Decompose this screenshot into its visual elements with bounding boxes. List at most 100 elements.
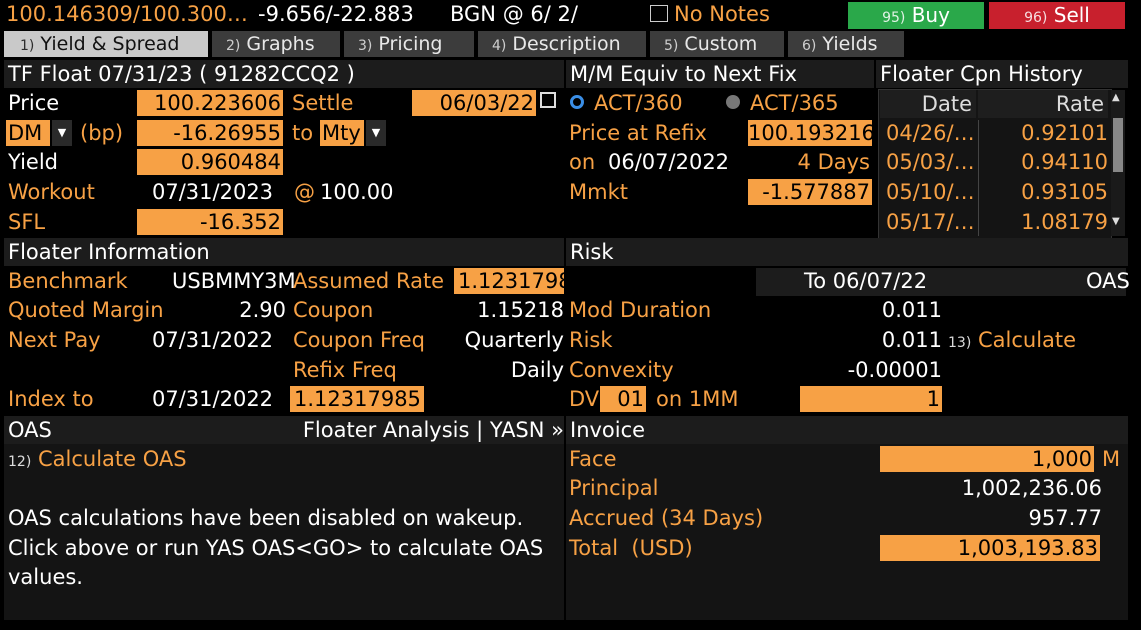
oas-title: OAS <box>8 418 52 442</box>
tab-pricing[interactable]: 3) Pricing <box>344 31 474 57</box>
notes-link[interactable]: No Notes <box>674 2 770 26</box>
cpn-history-header: Floater Cpn History <box>876 60 1128 88</box>
yield-input[interactable]: 0.960484 <box>137 149 283 175</box>
tab-number: 2) <box>226 38 241 54</box>
history-row-date: 05/03/… <box>886 150 975 174</box>
principal-label: Principal <box>569 476 659 500</box>
calculate-label: Calculate <box>977 328 1077 352</box>
quoted-margin-label: Quoted Margin <box>8 298 164 322</box>
next-pay-label: Next Pay <box>8 328 101 352</box>
settle-label: Settle <box>292 91 354 115</box>
tab-label: Yields <box>822 33 878 55</box>
column-divider <box>978 120 979 236</box>
coupon-freq-value: Quarterly <box>464 328 564 352</box>
tab-number: 1) <box>20 38 35 54</box>
history-row-rate: 1.08179 <box>1021 210 1108 234</box>
history-row-rate: 0.92101 <box>1021 121 1108 145</box>
at-sign: @ <box>294 180 315 204</box>
principal-value: 1,002,236.06 <box>961 476 1102 500</box>
sell-button[interactable]: 96) Sell <box>989 2 1125 29</box>
total-value: 1,003,193.83 <box>880 535 1100 561</box>
face-unit: M <box>1102 447 1121 471</box>
floater-info-header: Floater Information <box>4 238 564 266</box>
dm-input[interactable]: -16.26955 <box>137 120 283 146</box>
assumed-rate-label: Assumed Rate <box>293 269 445 293</box>
on-date: 06/07/2022 <box>608 150 730 174</box>
quoted-margin-value: 2.90 <box>239 298 286 322</box>
bp-label: (bp) <box>80 121 124 145</box>
price-label: Price <box>8 91 60 115</box>
coupon-label: Coupon <box>293 298 374 322</box>
invoice-header: Invoice <box>566 416 1128 444</box>
index-to-date: 07/31/2022 <box>152 387 274 411</box>
oas-header: OAS Floater Analysis | YASN » <box>4 416 564 444</box>
buy-button[interactable]: 95) Buy <box>848 2 984 29</box>
tab-yield-spread[interactable]: 1) Yield & Spread <box>4 31 208 57</box>
to-label: to <box>292 121 314 145</box>
price-refix-input[interactable]: 100.193216 <box>748 120 872 146</box>
workout-date: 07/31/2023 <box>152 180 274 204</box>
tab-label: Graphs <box>246 33 315 55</box>
scroll-up-icon[interactable]: ▲ <box>1112 92 1120 103</box>
sell-label: Sell <box>1053 3 1090 27</box>
act365-radio-icon[interactable] <box>726 95 740 109</box>
note-icon[interactable] <box>650 5 668 22</box>
risk-value: 0.011 <box>881 328 942 352</box>
dm-select[interactable]: DM <box>6 120 50 146</box>
floater-analysis-link[interactable]: Floater Analysis | YASN » <box>303 416 564 444</box>
calculate-oas-label: Calculate OAS <box>37 447 187 471</box>
act360-label[interactable]: ACT/360 <box>594 91 683 115</box>
mmkt-input[interactable]: -1.577887 <box>748 179 872 205</box>
calculate-oas-link[interactable]: 12) Calculate OAS <box>8 447 187 471</box>
calculate-link[interactable]: 13) Calculate <box>948 328 1076 352</box>
to-date-header: To 06/07/22 <box>804 269 928 293</box>
accrued-value: 957.77 <box>1028 506 1102 530</box>
face-input[interactable]: 1,000 <box>880 446 1094 472</box>
price-refix-label: Price at Refix <box>569 121 707 145</box>
tab-yields[interactable]: 6) Yields <box>788 31 904 57</box>
index-to-input[interactable]: 1.12317985 <box>290 386 424 412</box>
price-quote: 100.146309/100.300… <box>6 2 248 26</box>
dv-value-input[interactable]: 1 <box>800 386 942 412</box>
oas-message-line: Click above or run YAS OAS<GO> to calcul… <box>8 536 544 560</box>
benchmark-value: USBMMY3M <box>172 269 296 293</box>
act365-label[interactable]: ACT/365 <box>750 91 839 115</box>
to-select[interactable]: Mty <box>320 120 364 146</box>
refix-freq-label: Refix Freq <box>293 358 397 382</box>
rate-column-header[interactable]: Rate <box>978 90 1108 118</box>
date-column-header[interactable]: Date <box>880 90 976 118</box>
calendar-icon[interactable] <box>540 92 556 108</box>
coupon-value: 1.15218 <box>477 298 564 322</box>
sfl-input[interactable]: -16.352 <box>137 209 283 235</box>
calculate-oas-number: 12) <box>8 454 32 470</box>
refix-freq-value: Daily <box>510 358 564 382</box>
act360-radio-icon[interactable] <box>570 95 584 109</box>
buy-number: 95) <box>882 10 906 26</box>
tab-graphs[interactable]: 2) Graphs <box>212 31 340 57</box>
scrollbar-thumb[interactable] <box>1113 118 1123 172</box>
price-input[interactable]: 100.223606 <box>137 90 283 116</box>
on-label: on <box>569 150 596 174</box>
days-value: 4 Days <box>797 150 870 174</box>
convexity-value: -0.00001 <box>847 358 942 382</box>
to-dropdown-icon[interactable]: ▼ <box>366 120 386 146</box>
workout-label: Workout <box>8 180 95 204</box>
settle-date-input[interactable]: 06/03/22 <box>412 90 536 116</box>
dv-select[interactable]: 01 <box>600 386 646 412</box>
history-row-rate: 0.93105 <box>1021 180 1108 204</box>
dv-label: DV <box>569 387 600 411</box>
history-row-rate: 0.94110 <box>1021 150 1108 174</box>
mm-equiv-header: M/M Equiv to Next Fix <box>566 60 874 88</box>
scroll-down-icon[interactable]: ▼ <box>1112 216 1120 227</box>
history-row-date: 05/10/… <box>886 180 975 204</box>
tab-description[interactable]: 4) Description <box>478 31 646 57</box>
calculate-number: 13) <box>948 335 972 351</box>
sfl-label: SFL <box>8 210 46 234</box>
tab-custom[interactable]: 5) Custom <box>650 31 784 57</box>
oas-message-line: OAS calculations have been disabled on w… <box>8 506 524 530</box>
on-1mm-label: on 1MM <box>656 387 739 411</box>
oas-column-header: OAS <box>1086 269 1130 293</box>
assumed-rate-input[interactable]: 1.12317985 <box>454 268 564 294</box>
face-label: Face <box>569 447 617 471</box>
dm-dropdown-icon[interactable]: ▼ <box>52 120 72 146</box>
